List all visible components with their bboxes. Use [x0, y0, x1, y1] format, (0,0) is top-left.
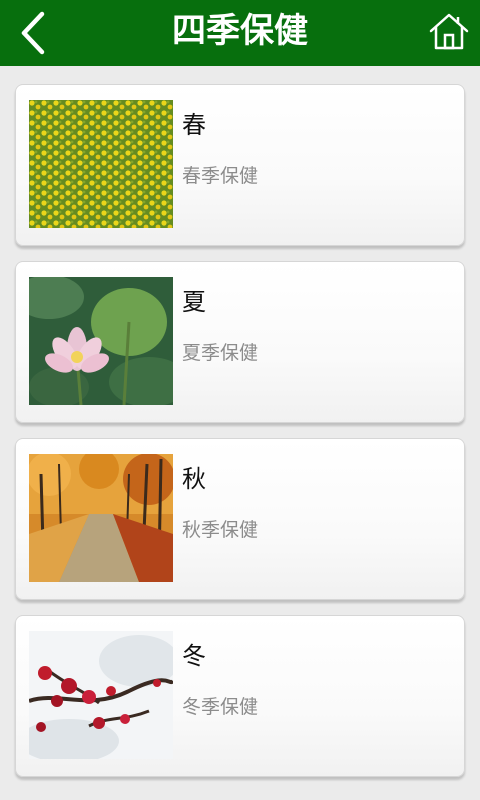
winter-thumbnail [29, 631, 173, 759]
summer-thumbnail [29, 277, 173, 405]
season-title: 秋 [182, 465, 206, 493]
season-subtitle: 秋季保健 [182, 519, 259, 541]
lotus-image [29, 277, 173, 405]
page-title: 四季保健 [172, 11, 308, 51]
home-icon [429, 13, 469, 50]
season-subtitle: 冬季保健 [182, 696, 259, 718]
season-subtitle: 春季保健 [182, 165, 259, 187]
season-subtitle: 夏季保健 [182, 342, 259, 364]
plum-snow-image [29, 631, 173, 759]
top-bar: 四季保健 [0, 0, 480, 66]
season-title: 春 [182, 111, 206, 139]
season-title: 夏 [182, 288, 206, 316]
season-card-autumn[interactable]: 秋 秋季保健 [15, 438, 465, 600]
home-button[interactable] [426, 9, 472, 55]
spring-thumbnail [29, 100, 173, 228]
autumn-path-image [29, 454, 173, 582]
autumn-thumbnail [29, 454, 173, 582]
season-title: 冬 [182, 642, 206, 670]
rapeseed-field-image [29, 100, 173, 228]
back-button[interactable] [8, 6, 60, 60]
season-card-spring[interactable]: 春 春季保健 [15, 84, 465, 246]
season-card-winter[interactable]: 冬 冬季保健 [15, 615, 465, 777]
season-card-summer[interactable]: 夏 夏季保健 [15, 261, 465, 423]
chevron-left-icon [21, 11, 45, 55]
